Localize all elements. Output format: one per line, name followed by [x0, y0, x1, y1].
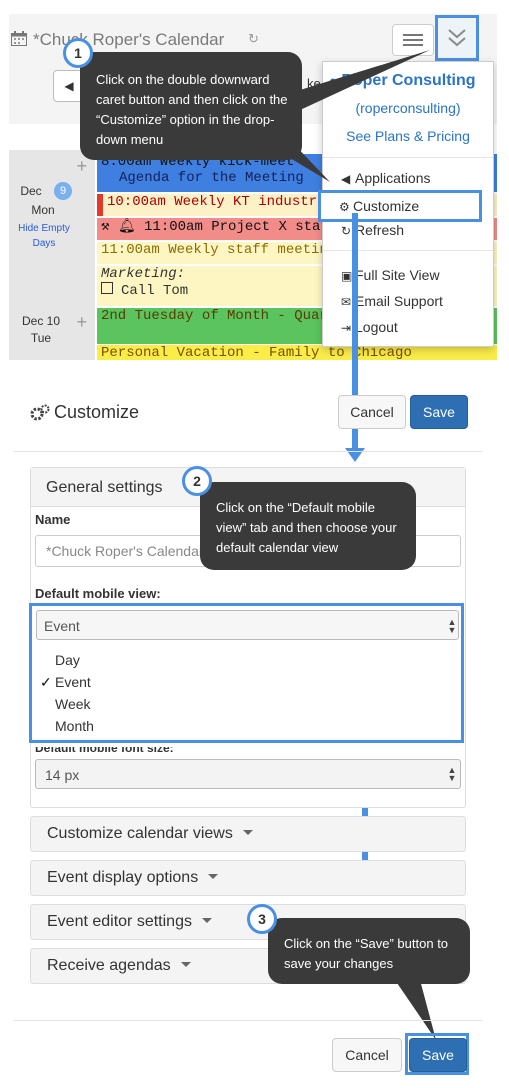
caret-down-icon [208, 874, 219, 879]
tooltip-step-2: Click on the “Default mobile view” tab a… [200, 482, 416, 570]
divider [14, 1020, 482, 1021]
caret-down-icon [201, 918, 212, 923]
customize-title: Customize [54, 402, 140, 422]
font-size-value: 14 px [45, 767, 80, 783]
option-month[interactable]: Month [55, 718, 94, 734]
divider [14, 451, 482, 452]
option-week[interactable]: Week [55, 696, 91, 712]
tip1-pointer [300, 50, 430, 110]
font-size-select[interactable] [35, 759, 461, 789]
mobile-view-selected: Event [44, 618, 80, 634]
select-arrows-icon: ▲ ▼ [447, 765, 457, 783]
save-button-bottom[interactable]: Save [409, 1038, 467, 1072]
caret-down-icon [180, 962, 191, 967]
cancel-button-bottom[interactable]: Cancel [332, 1038, 402, 1072]
mobile-view-select[interactable] [36, 610, 459, 640]
section-event-display-options[interactable]: Event display options [30, 860, 466, 896]
tip3-pointer [395, 980, 436, 1040]
section-customize-calendar-views[interactable]: Customize calendar views [30, 816, 466, 852]
caret-down-icon [242, 830, 253, 835]
tooltip-step-1: Click on the double downward caret butto… [80, 52, 302, 160]
step-number-3: 3 [247, 904, 277, 934]
step-number-1: 1 [63, 38, 93, 68]
general-settings-title: General settings [46, 479, 163, 496]
select-arrows-icon: ▲ ▼ [447, 617, 457, 635]
mobile-view-label: Default mobile view: [35, 586, 161, 601]
tooltip-step-3: Click on the “Save” button to save your … [268, 918, 470, 984]
name-label: Name [35, 512, 71, 527]
checkmark-icon: ✓ [40, 674, 52, 690]
option-day[interactable]: Day [55, 652, 80, 668]
gears-icon [30, 404, 50, 421]
step-number-2: 2 [182, 466, 212, 496]
cancel-button[interactable]: Cancel [338, 395, 406, 429]
save-button[interactable]: Save [410, 395, 468, 429]
option-event[interactable]: Event [55, 674, 91, 690]
